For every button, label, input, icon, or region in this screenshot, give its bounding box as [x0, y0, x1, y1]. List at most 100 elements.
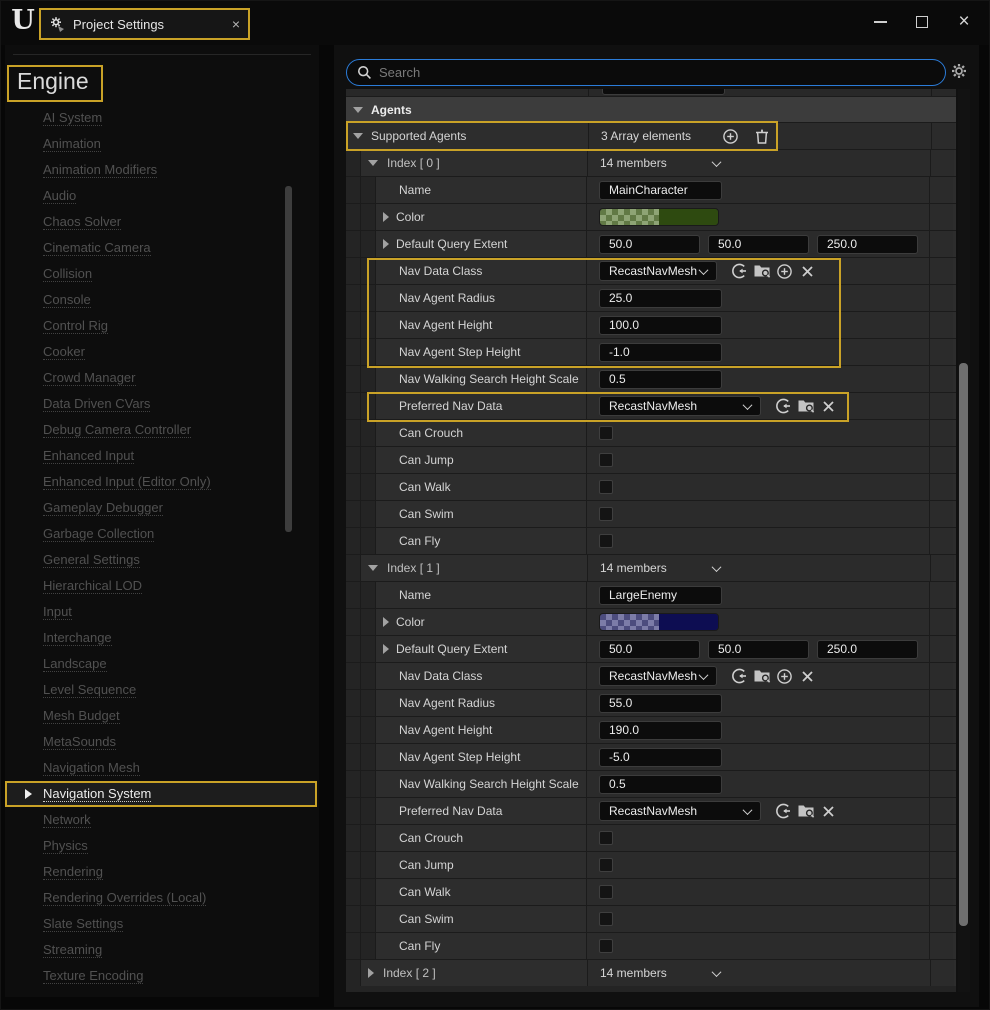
use-selected-asset-icon[interactable] — [729, 667, 748, 686]
radius-input[interactable]: 25.0 — [599, 289, 722, 308]
use-selected-asset-icon[interactable] — [773, 397, 792, 416]
settings-gear-icon[interactable] — [949, 61, 971, 83]
delete-array-icon[interactable] — [752, 127, 771, 146]
sidebar-item-hierarchical-lod[interactable]: Hierarchical LOD — [5, 573, 319, 599]
expander-icon[interactable] — [368, 968, 374, 978]
expander-icon[interactable] — [368, 160, 378, 166]
sidebar-item-streaming[interactable]: Streaming — [5, 937, 319, 963]
preferred-nav-data-dropdown[interactable]: RecastNavMesh — [599, 801, 761, 821]
maximize-button[interactable] — [911, 11, 933, 33]
can-crouch-checkbox[interactable] — [599, 831, 613, 845]
can-jump-checkbox[interactable] — [599, 453, 613, 467]
sidebar-item-enhanced-input[interactable]: Enhanced Input — [5, 443, 319, 469]
sidebar-item-ai-system[interactable]: AI System — [5, 105, 319, 131]
clear-asset-icon[interactable] — [819, 802, 838, 821]
can-jump-checkbox[interactable] — [599, 858, 613, 872]
sidebar-item-rendering-overrides-local[interactable]: Rendering Overrides (Local) — [5, 885, 319, 911]
sidebar-item-cinematic-camera[interactable]: Cinematic Camera — [5, 235, 319, 261]
sidebar-item-chaos-solver[interactable]: Chaos Solver — [5, 209, 319, 235]
main-scrollbar-track[interactable] — [958, 89, 970, 992]
browse-to-asset-icon[interactable] — [752, 667, 771, 686]
can-swim-checkbox[interactable] — [599, 507, 613, 521]
height-input[interactable]: 100.0 — [599, 316, 722, 335]
sidebar-item-gameplay-debugger[interactable]: Gameplay Debugger — [5, 495, 319, 521]
expander-icon[interactable] — [383, 617, 389, 627]
radius-input[interactable]: 55.0 — [599, 694, 722, 713]
sidebar-item-animation[interactable]: Animation — [5, 131, 319, 157]
expander-icon[interactable] — [383, 239, 389, 249]
use-selected-asset-icon[interactable] — [729, 262, 748, 281]
sidebar-item-physics[interactable]: Physics — [5, 833, 319, 859]
walk-scale-input[interactable]: 0.5 — [599, 775, 722, 794]
sidebar-item-collision[interactable]: Collision — [5, 261, 319, 287]
sidebar-item-metasounds[interactable]: MetaSounds — [5, 729, 319, 755]
sidebar-item-navigation-system[interactable]: Navigation System — [5, 781, 317, 807]
browse-to-asset-icon[interactable] — [796, 802, 815, 821]
name-input[interactable]: MainCharacter — [599, 181, 722, 200]
chevron-down-icon[interactable] — [711, 157, 721, 167]
sidebar-item-cooker[interactable]: Cooker — [5, 339, 319, 365]
sidebar-item-mesh-budget[interactable]: Mesh Budget — [5, 703, 319, 729]
make-new-asset-icon[interactable] — [775, 262, 794, 281]
sidebar-item-rendering[interactable]: Rendering — [5, 859, 319, 885]
sidebar-scrollbar[interactable] — [285, 186, 292, 532]
expander-icon[interactable] — [383, 644, 389, 654]
category-expander-icon[interactable] — [353, 107, 363, 113]
make-new-asset-icon[interactable] — [775, 667, 794, 686]
sidebar-item-enhanced-input-editor-only[interactable]: Enhanced Input (Editor Only) — [5, 469, 319, 495]
sidebar-item-interchange[interactable]: Interchange — [5, 625, 319, 651]
can-fly-checkbox[interactable] — [599, 534, 613, 548]
expander-icon[interactable] — [383, 212, 389, 222]
color-swatch[interactable] — [599, 208, 719, 226]
clear-asset-icon[interactable] — [819, 397, 838, 416]
nav-data-class-dropdown[interactable]: RecastNavMesh — [599, 261, 717, 281]
step-height-input[interactable]: -1.0 — [599, 343, 722, 362]
tab-project-settings[interactable]: Project Settings × — [39, 8, 250, 40]
sidebar-item-audio[interactable]: Audio — [5, 183, 319, 209]
browse-to-asset-icon[interactable] — [752, 262, 771, 281]
sidebar-item-debug-camera-controller[interactable]: Debug Camera Controller — [5, 417, 319, 443]
can-walk-checkbox[interactable] — [599, 480, 613, 494]
search-bar[interactable] — [346, 59, 946, 86]
sidebar-item-texture-encoding[interactable]: Texture Encoding — [5, 963, 319, 989]
clear-asset-icon[interactable] — [798, 262, 817, 281]
sidebar-item-animation-modifiers[interactable]: Animation Modifiers — [5, 157, 319, 183]
can-fly-checkbox[interactable] — [599, 939, 613, 953]
height-input[interactable]: 190.0 — [599, 721, 722, 740]
sidebar-item-control-rig[interactable]: Control Rig — [5, 313, 319, 339]
nav-data-class-dropdown[interactable]: RecastNavMesh — [599, 666, 717, 686]
browse-to-asset-icon[interactable] — [796, 397, 815, 416]
expander-icon[interactable] — [353, 133, 363, 139]
chevron-down-icon[interactable] — [711, 562, 721, 572]
color-swatch[interactable] — [599, 613, 719, 631]
sidebar-item-input[interactable]: Input — [5, 599, 319, 625]
use-selected-asset-icon[interactable] — [773, 802, 792, 821]
preferred-nav-data-dropdown[interactable]: RecastNavMesh — [599, 396, 761, 416]
extent-y-input[interactable]: 50.0 — [708, 640, 809, 659]
sidebar-item-network[interactable]: Network — [5, 807, 319, 833]
category-header-agents[interactable]: Agents — [346, 96, 956, 122]
expander-icon[interactable] — [368, 565, 378, 571]
sidebar-item-garbage-collection[interactable]: Garbage Collection — [5, 521, 319, 547]
sidebar-item-navigation-mesh[interactable]: Navigation Mesh — [5, 755, 319, 781]
sidebar-item-general-settings[interactable]: General Settings — [5, 547, 319, 573]
can-walk-checkbox[interactable] — [599, 885, 613, 899]
main-scrollbar-thumb[interactable] — [959, 363, 968, 926]
sidebar-item-console[interactable]: Console — [5, 287, 319, 313]
sidebar-item-level-sequence[interactable]: Level Sequence — [5, 677, 319, 703]
walk-scale-input[interactable]: 0.5 — [599, 370, 722, 389]
clear-asset-icon[interactable] — [798, 667, 817, 686]
step-height-input[interactable]: -5.0 — [599, 748, 722, 767]
search-input[interactable] — [379, 65, 935, 80]
extent-x-input[interactable]: 50.0 — [599, 640, 700, 659]
can-swim-checkbox[interactable] — [599, 912, 613, 926]
tab-close-icon[interactable]: × — [232, 17, 240, 31]
extent-z-input[interactable]: 250.0 — [817, 640, 918, 659]
name-input[interactable]: LargeEnemy — [599, 586, 722, 605]
sidebar-item-crowd-manager[interactable]: Crowd Manager — [5, 365, 319, 391]
sidebar-item-data-driven-cvars[interactable]: Data Driven CVars — [5, 391, 319, 417]
can-crouch-checkbox[interactable] — [599, 426, 613, 440]
minimize-button[interactable] — [869, 11, 891, 33]
sidebar-item-landscape[interactable]: Landscape — [5, 651, 319, 677]
add-array-element-icon[interactable] — [721, 127, 740, 146]
